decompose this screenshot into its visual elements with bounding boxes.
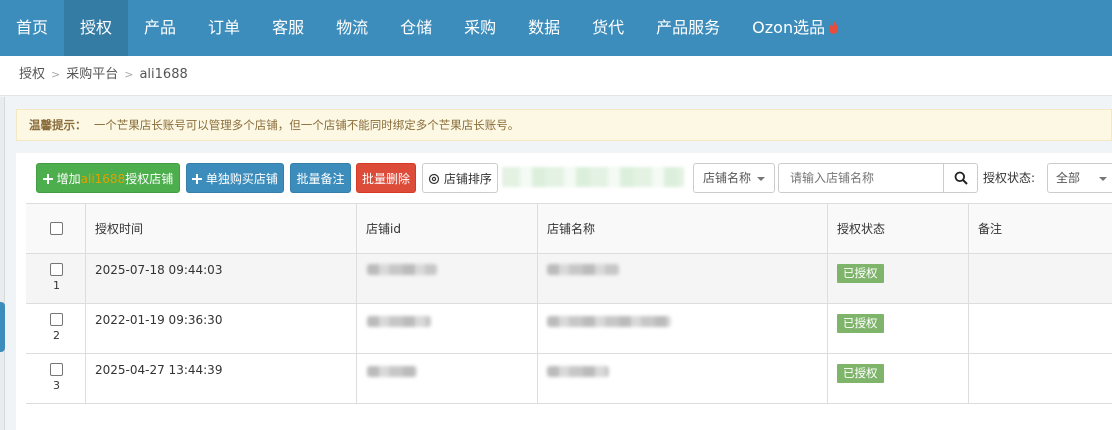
nav-item-authorization[interactable]: 授权 [64, 0, 129, 56]
nav-item-warehouse[interactable]: 仓储 [384, 0, 448, 56]
store-name-search-input[interactable] [778, 163, 944, 193]
auth-time: 2022-01-19 09:36:30 [95, 313, 223, 327]
table-row[interactable]: 1 2025-07-18 09:44:03 已授权 [26, 254, 1112, 304]
chevron-right-icon: > [51, 68, 61, 81]
nav-item-product-services[interactable]: 产品服务 [640, 0, 736, 56]
row-checkbox[interactable] [50, 313, 63, 326]
column-header-auth-time[interactable]: 授权时间 [95, 220, 143, 237]
remark-cell[interactable] [969, 354, 1112, 403]
chevron-right-icon: > [124, 68, 134, 81]
row-number: 1 [53, 279, 60, 292]
top-nav: 首页 授权 产品 订单 客服 物流 仓储 采购 数据 货代 产品服务 Ozon选… [0, 0, 1112, 56]
gear-icon [428, 173, 440, 185]
select-all-checkbox[interactable] [50, 222, 63, 235]
row-checkbox[interactable] [50, 263, 63, 276]
table-row[interactable]: 2 2022-01-19 09:36:30 已授权 [26, 304, 1112, 354]
status-badge: 已授权 [837, 264, 884, 283]
plus-icon [42, 174, 53, 184]
auth-status-value: 全部 [1056, 171, 1081, 185]
column-header-auth-status[interactable]: 授权状态 [837, 220, 885, 237]
breadcrumb-item-purchase-platform[interactable]: 采购平台 [66, 67, 118, 82]
nav-item-ozon-selection[interactable]: Ozon选品 [736, 0, 855, 56]
plus-icon [192, 174, 203, 184]
auth-status-select[interactable]: 全部 [1047, 163, 1112, 193]
breadcrumb-item-authorization[interactable]: 授权 [19, 67, 45, 82]
row-number: 2 [53, 329, 60, 342]
auth-time: 2025-07-18 09:44:03 [95, 263, 223, 277]
nav-item-freight-forwarding[interactable]: 货代 [576, 0, 640, 56]
nav-item-customer-service[interactable]: 客服 [256, 0, 320, 56]
status-badge: 已授权 [837, 314, 884, 333]
store-table: 授权时间 店铺id 店铺名称 授权状态 备注 1 2025-07-18 09:4… [26, 203, 1112, 430]
nav-item-orders[interactable]: 订单 [192, 0, 256, 56]
column-header-store-id[interactable]: 店铺id [366, 220, 401, 237]
batch-note-button[interactable]: 批量备注 [290, 163, 351, 193]
search-field-value: 店铺名称 [703, 171, 752, 185]
redacted-store-name [547, 366, 609, 377]
nav-item-data[interactable]: 数据 [512, 0, 576, 56]
column-header-store-name[interactable]: 店铺名称 [547, 220, 595, 237]
chevron-down-icon [757, 177, 765, 181]
redacted-store-name [547, 316, 671, 327]
table-header: 授权时间 店铺id 店铺名称 授权状态 备注 [26, 204, 1112, 254]
auth-time: 2025-04-27 13:44:39 [95, 363, 223, 377]
nav-item-home[interactable]: 首页 [0, 0, 64, 56]
add-button-label-suffix: 授权店铺 [125, 172, 174, 186]
redacted-store-id [367, 366, 417, 377]
add-authorized-store-button[interactable]: 增加ali1688授权店铺 [36, 163, 180, 193]
tip-text: 一个芒果店长账号可以管理多个店铺，但一个店铺不能同时绑定多个芒果店长账号。 [93, 118, 520, 132]
sidebar-toggle[interactable] [0, 302, 5, 352]
status-badge: 已授权 [837, 364, 884, 383]
row-number: 3 [53, 379, 60, 392]
store-sort-button[interactable]: 店铺排序 [422, 163, 498, 193]
nav-item-ozon-label: Ozon选品 [752, 18, 826, 37]
search-icon [954, 171, 968, 185]
store-sort-label: 店铺排序 [443, 172, 492, 186]
breadcrumb-item-ali1688: ali1688 [139, 67, 188, 82]
main-panel: 增加ali1688授权店铺 单独购买店铺 批量备注 批量删除 店铺排序 店铺名称… [16, 153, 1112, 430]
redacted-store-id [367, 264, 437, 275]
add-button-platform: ali1688 [80, 172, 126, 186]
table-row[interactable]: 3 2025-04-27 13:44:39 已授权 [26, 354, 1112, 404]
sidebar-rail [0, 97, 5, 430]
fire-icon [829, 20, 839, 34]
tip-label: 温馨提示： [29, 118, 87, 132]
redacted-store-id [367, 316, 431, 327]
search-button[interactable] [943, 163, 978, 193]
row-checkbox[interactable] [50, 363, 63, 376]
redacted-store-name [547, 264, 619, 275]
remark-cell[interactable] [969, 304, 1112, 353]
nav-item-logistics[interactable]: 物流 [320, 0, 384, 56]
auth-status-label: 授权状态: [983, 171, 1036, 185]
remark-cell[interactable] [969, 254, 1112, 303]
column-header-remark[interactable]: 备注 [978, 220, 1002, 237]
redacted-area [502, 167, 684, 187]
add-button-label-prefix: 增加 [56, 172, 81, 186]
chevron-down-icon [1099, 177, 1107, 181]
buy-store-button[interactable]: 单独购买店铺 [186, 163, 284, 193]
breadcrumb: 授权 > 采购平台 > ali1688 [0, 56, 1112, 96]
nav-item-purchasing[interactable]: 采购 [448, 0, 512, 56]
warm-tip-banner: 温馨提示： 一个芒果店长账号可以管理多个店铺，但一个店铺不能同时绑定多个芒果店长… [16, 109, 1112, 141]
buy-store-label: 单独购买店铺 [205, 172, 278, 186]
batch-delete-button[interactable]: 批量删除 [356, 163, 416, 193]
nav-item-products[interactable]: 产品 [128, 0, 192, 56]
search-field-select[interactable]: 店铺名称 [693, 163, 775, 193]
